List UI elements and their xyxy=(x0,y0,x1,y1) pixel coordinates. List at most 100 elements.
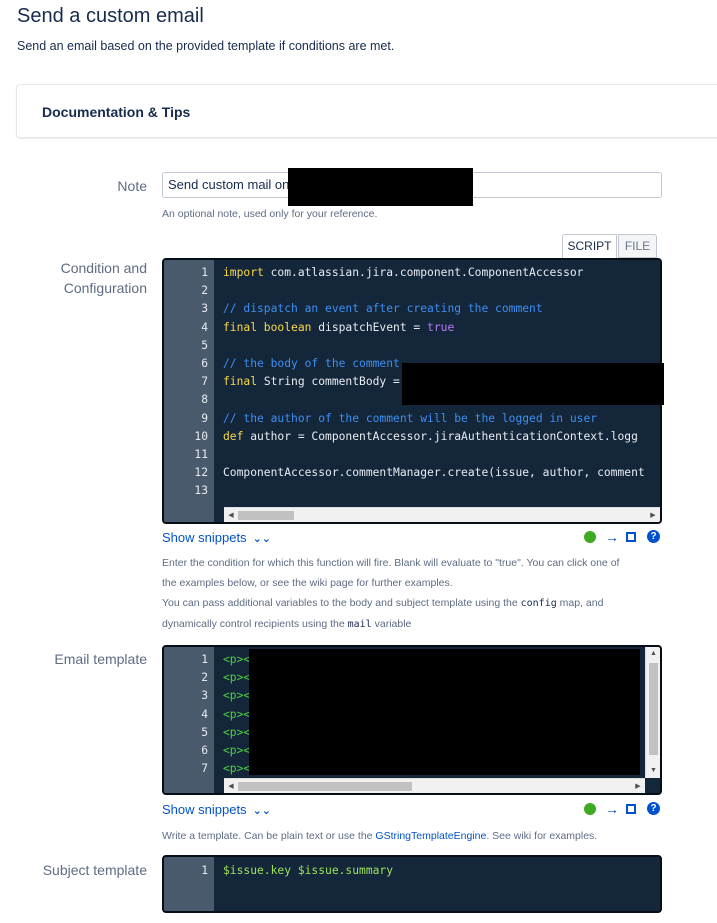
condition-help-line-3: You can pass additional variables to the… xyxy=(162,593,603,614)
code-line[interactable]: 4 final boolean dispatchEvent = true xyxy=(164,319,660,337)
fullscreen-icon[interactable] xyxy=(626,532,636,542)
code-text: final String commentBody = xyxy=(223,373,400,391)
question-icon[interactable]: ? xyxy=(647,530,660,543)
code-line[interactable]: 2 xyxy=(164,282,660,300)
line-number: 7 xyxy=(201,762,208,776)
code-token: import xyxy=(223,266,271,279)
line-number: 2 xyxy=(201,284,208,298)
code-text: <p>< xyxy=(223,651,250,669)
code-token: dispatchEvent = xyxy=(318,320,428,334)
scrollbar-thumb[interactable] xyxy=(238,511,294,520)
line-number: 1 xyxy=(201,864,208,877)
code-token: String commentBody = xyxy=(263,375,400,389)
condition-label-line1: Condition and xyxy=(60,260,147,276)
condition-help-line-4: dynamically control recipients using the… xyxy=(162,614,411,635)
arrow-right-icon[interactable]: → xyxy=(605,802,619,816)
horizontal-scrollbar[interactable]: ◀ ▶ xyxy=(224,507,660,522)
config-code: config xyxy=(520,598,557,609)
line-number: 5 xyxy=(201,725,208,739)
vertical-scrollbar[interactable]: ▲ ▼ xyxy=(645,647,660,778)
scroll-right-icon[interactable]: ▶ xyxy=(631,779,645,793)
code-line[interactable]: 5 xyxy=(164,337,660,355)
code-text: <p>< xyxy=(223,724,250,742)
code-token: // the author of the comment will be the… xyxy=(223,411,598,425)
tab-file[interactable]: FILE xyxy=(618,234,657,258)
code-text: <p>< xyxy=(223,669,250,687)
code-token: // dispatch an event after creating the … xyxy=(223,302,543,316)
scroll-down-icon[interactable]: ▼ xyxy=(646,764,660,778)
help-text: variable xyxy=(371,618,412,630)
line-number: 4 xyxy=(201,707,208,721)
fullscreen-icon[interactable] xyxy=(626,804,636,814)
scroll-left-icon[interactable]: ◀ xyxy=(224,508,238,522)
line-number: 13 xyxy=(194,484,208,498)
gstring-template-engine-link[interactable]: GStringTemplateEngine xyxy=(375,830,486,842)
arrow-right-icon[interactable]: → xyxy=(605,530,619,544)
line-number: 3 xyxy=(201,302,208,316)
code-text: ComponentAccessor.commentManager.create(… xyxy=(223,464,645,482)
line-number: 1 xyxy=(201,653,208,666)
scroll-left-icon[interactable]: ◀ xyxy=(224,779,238,793)
condition-show-snippets[interactable]: Show snippets ⌄⌄ xyxy=(162,530,271,545)
scroll-up-icon[interactable]: ▲ xyxy=(646,647,660,661)
note-label: Note xyxy=(117,178,147,194)
line-number: 6 xyxy=(201,356,208,370)
documentation-panel-title[interactable]: Documentation & Tips xyxy=(42,104,190,120)
page-description: Send an email based on the provided temp… xyxy=(17,39,395,53)
code-line[interactable]: 1 $issue.key $issue.summary xyxy=(164,862,660,880)
page-title: Send a custom email xyxy=(17,5,204,27)
chevron-down-icon[interactable]: ⌄⌄ xyxy=(253,805,271,817)
help-text: You can pass additional variables to the… xyxy=(162,597,521,609)
code-line[interactable]: 3 // dispatch an event after creating the… xyxy=(164,300,660,318)
condition-help-line-1: Enter the condition for which this funct… xyxy=(162,557,620,569)
code-text: <p>< xyxy=(223,760,250,778)
code-token: <p>< xyxy=(223,689,251,703)
redacted-area xyxy=(288,168,473,206)
help-text: map, and xyxy=(556,597,604,609)
redacted-area xyxy=(249,649,640,775)
line-number: 8 xyxy=(201,393,208,407)
line-number: 11 xyxy=(194,447,208,461)
documentation-panel[interactable]: Documentation & Tips xyxy=(16,84,717,138)
email-help-text: Write a template. Can be plain text or u… xyxy=(162,826,597,846)
line-number: 2 xyxy=(201,671,208,685)
code-token: final boolean xyxy=(223,320,319,334)
scroll-right-icon[interactable]: ▶ xyxy=(646,508,660,522)
help-text: dynamically control recipients using the xyxy=(162,618,348,630)
condition-label-line2: Configuration xyxy=(63,280,147,296)
subject-template-label: Subject template xyxy=(42,862,147,878)
line-number: 7 xyxy=(201,375,208,389)
tab-script[interactable]: SCRIPT xyxy=(562,234,617,258)
line-number: 1 xyxy=(201,266,208,279)
code-text: <p>< xyxy=(223,687,250,705)
note-help-text: An optional note, used only for your ref… xyxy=(162,208,378,220)
chevron-down-icon[interactable]: ⌄⌄ xyxy=(253,533,271,545)
email-template-label: Email template xyxy=(54,651,147,667)
code-text: <p>< xyxy=(223,742,250,760)
code-token: $issue.key $issue.summary xyxy=(223,864,394,877)
mail-code: mail xyxy=(347,619,372,630)
show-snippets-label[interactable]: Show snippets xyxy=(162,802,247,817)
code-line[interactable]: 11 xyxy=(164,446,660,464)
horizontal-scrollbar[interactable]: ◀ ▶ xyxy=(224,778,645,793)
line-number: 4 xyxy=(201,320,208,334)
code-token: <p>< xyxy=(223,762,251,776)
code-line[interactable]: 12 ComponentAccessor.commentManager.creat… xyxy=(164,464,660,482)
scrollbar-thumb[interactable] xyxy=(649,663,658,755)
line-number: 3 xyxy=(201,689,208,703)
scrollbar-thumb[interactable] xyxy=(238,782,412,791)
line-number: 12 xyxy=(194,466,208,480)
code-line[interactable]: 1 import com.atlassian.jira.component.Com… xyxy=(164,264,660,282)
show-snippets-label[interactable]: Show snippets xyxy=(162,530,247,545)
code-line[interactable]: 13 xyxy=(164,482,660,500)
code-text: import com.atlassian.jira.component.Comp… xyxy=(223,264,583,282)
code-line[interactable]: 9 // the author of the comment will be th… xyxy=(164,410,660,428)
email-show-snippets[interactable]: Show snippets ⌄⌄ xyxy=(162,802,271,817)
code-token: <p>< xyxy=(223,743,251,757)
subject-template-editor[interactable]: 1 $issue.key $issue.summary xyxy=(162,855,662,913)
question-icon[interactable]: ? xyxy=(647,802,660,815)
code-token: <p>< xyxy=(223,725,251,739)
code-line[interactable]: 10 def author = ComponentAccessor.jiraAut… xyxy=(164,428,660,446)
code-token: <p>< xyxy=(223,671,251,685)
green-dot-icon xyxy=(584,803,596,815)
